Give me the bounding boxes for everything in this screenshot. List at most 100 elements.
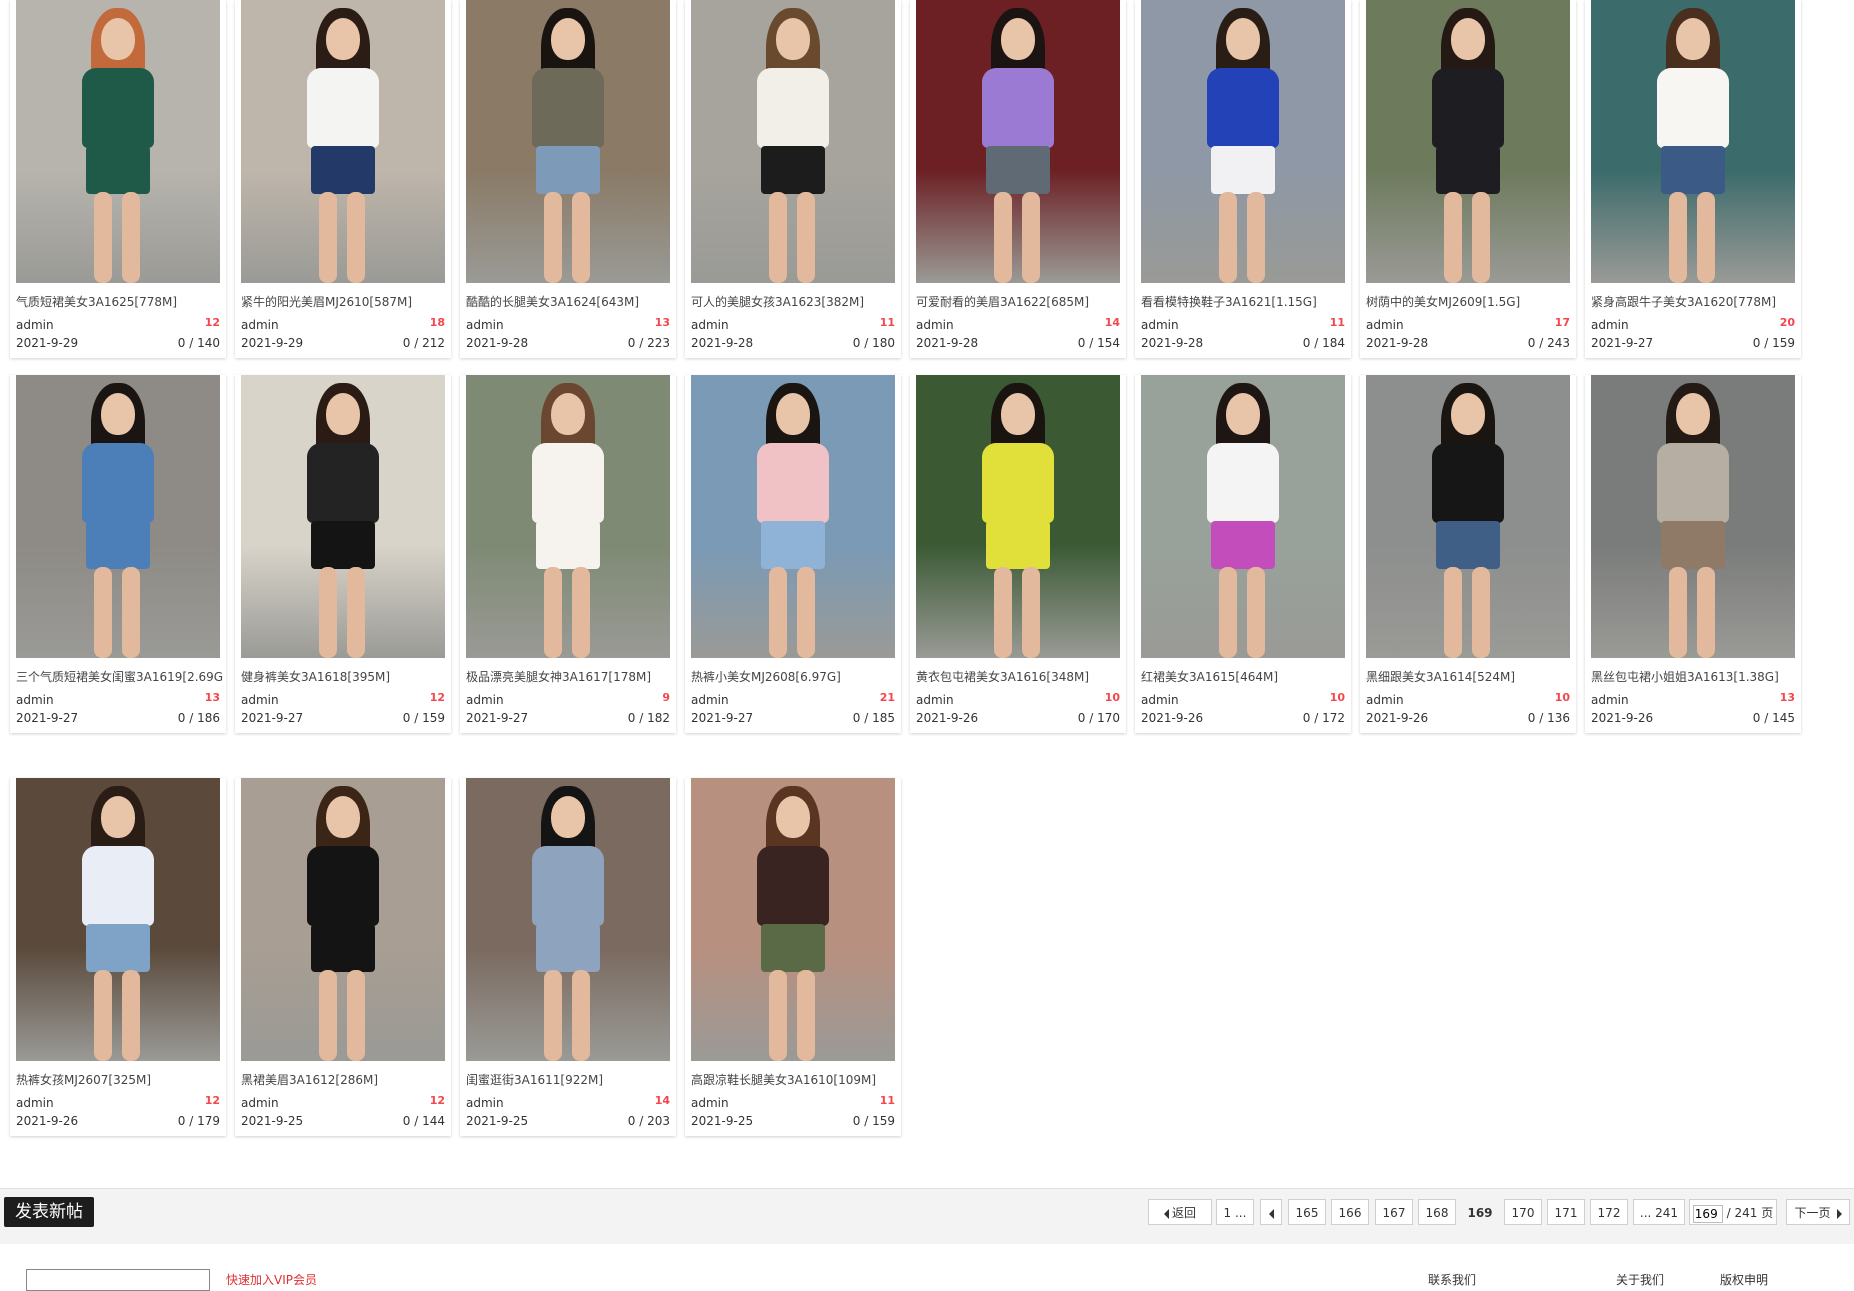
- thread-thumbnail[interactable]: [466, 375, 670, 658]
- thread-title[interactable]: 酷酷的长腿美女3A1624[643M]: [466, 293, 674, 310]
- thread-author[interactable]: admin: [691, 1096, 729, 1110]
- page-166[interactable]: 166: [1331, 1199, 1369, 1225]
- thread-author[interactable]: admin: [241, 1096, 279, 1110]
- thread-thumbnail[interactable]: [691, 0, 895, 283]
- thread-card[interactable]: 高跟凉鞋长腿美女3A1610[109M] admin 11 2021-9-25 0 / …: [685, 778, 901, 1136]
- page-167[interactable]: 167: [1375, 1199, 1413, 1225]
- thread-thumbnail[interactable]: [1366, 0, 1570, 283]
- thread-author[interactable]: admin: [466, 693, 504, 707]
- thread-author[interactable]: admin: [1591, 318, 1629, 332]
- thread-thumbnail[interactable]: [1141, 0, 1345, 283]
- thread-card[interactable]: 可爱耐看的美眉3A1622[685M] admin 14 2021-9-28 0 / 1…: [910, 0, 1126, 358]
- thread-card[interactable]: 热裤小美女MJ2608[6.97G] admin 21 2021-9-27 0 / 18…: [685, 375, 901, 733]
- thread-author[interactable]: admin: [691, 693, 729, 707]
- footer-search-box[interactable]: [26, 1269, 210, 1291]
- thread-author[interactable]: admin: [466, 318, 504, 332]
- thread-author[interactable]: admin: [1591, 693, 1629, 707]
- thread-author[interactable]: admin: [1366, 693, 1404, 707]
- thread-thumbnail[interactable]: [466, 778, 670, 1061]
- thread-title[interactable]: 气质短裙美女3A1625[778M]: [16, 293, 224, 310]
- thread-title[interactable]: 树荫中的美女MJ2609[1.5G]: [1366, 293, 1574, 310]
- thread-title[interactable]: 看看模特换鞋子3A1621[1.15G]: [1141, 293, 1349, 310]
- thread-title[interactable]: 极品漂亮美腿女神3A1617[178M]: [466, 668, 674, 685]
- thread-thumbnail[interactable]: [1366, 375, 1570, 658]
- thread-card[interactable]: 紧身高跟牛子美女3A1620[778M] admin 20 2021-9-27 0 / …: [1585, 0, 1801, 358]
- thread-card[interactable]: 健身裤美女3A1618[395M] admin 12 2021-9-27 0 / 159: [235, 375, 451, 733]
- thread-card[interactable]: 三个气质短裙美女闺蜜3A1619[2.69G] admin 13 2021-9-27 0…: [10, 375, 226, 733]
- thread-title[interactable]: 黑细跟美女3A1614[524M]: [1366, 668, 1574, 685]
- page-171[interactable]: 171: [1547, 1199, 1585, 1225]
- thread-card[interactable]: 红裙美女3A1615[464M] admin 10 2021-9-26 0 / 172: [1135, 375, 1351, 733]
- thread-title[interactable]: 高跟凉鞋长腿美女3A1610[109M]: [691, 1071, 899, 1088]
- thread-card[interactable]: 看看模特换鞋子3A1621[1.15G] admin 11 2021-9-28 0 / …: [1135, 0, 1351, 358]
- thread-thumbnail[interactable]: [1591, 375, 1795, 658]
- thread-thumbnail[interactable]: [16, 375, 220, 658]
- thread-thumbnail[interactable]: [466, 0, 670, 283]
- thread-title[interactable]: 健身裤美女3A1618[395M]: [241, 668, 449, 685]
- thread-thumbnail[interactable]: [1591, 0, 1795, 283]
- thread-author[interactable]: admin: [1141, 693, 1179, 707]
- thread-author[interactable]: admin: [691, 318, 729, 332]
- page-172[interactable]: 172: [1590, 1199, 1628, 1225]
- thread-title[interactable]: 黑裙美眉3A1612[286M]: [241, 1071, 449, 1088]
- thread-thumbnail[interactable]: [916, 375, 1120, 658]
- page-jump-input[interactable]: [1692, 1204, 1723, 1223]
- thread-thumbnail[interactable]: [16, 0, 220, 283]
- thread-author[interactable]: admin: [16, 693, 54, 707]
- footer-link-copyright[interactable]: 版权申明: [1720, 1271, 1768, 1288]
- thread-card[interactable]: 树荫中的美女MJ2609[1.5G] admin 17 2021-9-28 0 / 24…: [1360, 0, 1576, 358]
- next-page-button[interactable]: 下一页: [1786, 1199, 1850, 1225]
- thread-thumbnail[interactable]: [691, 375, 895, 658]
- thread-likes-badge: 14: [1104, 316, 1120, 329]
- thread-card[interactable]: 黑丝包屯裙小姐姐3A1613[1.38G] admin 13 2021-9-26 0 /…: [1585, 375, 1801, 733]
- thread-author[interactable]: admin: [16, 318, 54, 332]
- thread-author[interactable]: admin: [1141, 318, 1179, 332]
- thread-title[interactable]: 黑丝包屯裙小姐姐3A1613[1.38G]: [1591, 668, 1799, 685]
- footer-link-about[interactable]: 关于我们: [1616, 1271, 1664, 1288]
- thread-title[interactable]: 可人的美腿女孩3A1623[382M]: [691, 293, 899, 310]
- footer-link-contact[interactable]: 联系我们: [1428, 1271, 1476, 1288]
- thread-title[interactable]: 热裤小美女MJ2608[6.97G]: [691, 668, 899, 685]
- page-first[interactable]: 1 ...: [1216, 1199, 1254, 1225]
- thread-thumbnail[interactable]: [16, 778, 220, 1061]
- thread-card[interactable]: 极品漂亮美腿女神3A1617[178M] admin 9 2021-9-27 0 / 1…: [460, 375, 676, 733]
- page-168[interactable]: 168: [1418, 1199, 1456, 1225]
- thread-card[interactable]: 闺蜜逛街3A1611[922M] admin 14 2021-9-25 0 / 203: [460, 778, 676, 1136]
- page-170[interactable]: 170: [1504, 1199, 1542, 1225]
- thread-title[interactable]: 闺蜜逛街3A1611[922M]: [466, 1071, 674, 1088]
- thread-thumbnail[interactable]: [241, 375, 445, 658]
- thread-author[interactable]: admin: [916, 318, 954, 332]
- footer-vip-link[interactable]: 快速加入VIP会员: [226, 1271, 317, 1288]
- thread-title[interactable]: 紧牛的阳光美眉MJ2610[587M]: [241, 293, 449, 310]
- thread-author[interactable]: admin: [241, 693, 279, 707]
- page-last[interactable]: ... 241: [1633, 1199, 1685, 1225]
- thread-title[interactable]: 三个气质短裙美女闺蜜3A1619[2.69G]: [16, 668, 224, 685]
- thread-card[interactable]: 可人的美腿女孩3A1623[382M] admin 11 2021-9-28 0 / 1…: [685, 0, 901, 358]
- thread-card[interactable]: 黄衣包屯裙美女3A1616[348M] admin 10 2021-9-26 0 / 1…: [910, 375, 1126, 733]
- thread-thumbnail[interactable]: [916, 0, 1120, 283]
- back-button[interactable]: 返回: [1148, 1199, 1212, 1225]
- thread-card[interactable]: 气质短裙美女3A1625[778M] admin 12 2021-9-29 0 / 14…: [10, 0, 226, 358]
- page-165[interactable]: 165: [1288, 1199, 1326, 1225]
- thread-title[interactable]: 热裤女孩MJ2607[325M]: [16, 1071, 224, 1088]
- thread-thumbnail[interactable]: [241, 778, 445, 1061]
- thread-card[interactable]: 热裤女孩MJ2607[325M] admin 12 2021-9-26 0 / 179: [10, 778, 226, 1136]
- thread-title[interactable]: 黄衣包屯裙美女3A1616[348M]: [916, 668, 1124, 685]
- thread-title[interactable]: 紧身高跟牛子美女3A1620[778M]: [1591, 293, 1799, 310]
- thread-author[interactable]: admin: [466, 1096, 504, 1110]
- thread-card[interactable]: 酷酷的长腿美女3A1624[643M] admin 13 2021-9-28 0 / 2…: [460, 0, 676, 358]
- thread-author[interactable]: admin: [241, 318, 279, 332]
- thread-title[interactable]: 可爱耐看的美眉3A1622[685M]: [916, 293, 1124, 310]
- thread-author[interactable]: admin: [16, 1096, 54, 1110]
- thread-author[interactable]: admin: [1366, 318, 1404, 332]
- thread-thumbnail[interactable]: [691, 778, 895, 1061]
- thread-thumbnail[interactable]: [241, 0, 445, 283]
- thread-author[interactable]: admin: [916, 693, 954, 707]
- new-post-button[interactable]: 发表新帖: [4, 1197, 94, 1227]
- thread-card[interactable]: 黑细跟美女3A1614[524M] admin 10 2021-9-26 0 / 136: [1360, 375, 1576, 733]
- thread-card[interactable]: 紧牛的阳光美眉MJ2610[587M] admin 18 2021-9-29 0 / 2…: [235, 0, 451, 358]
- thread-title[interactable]: 红裙美女3A1615[464M]: [1141, 668, 1349, 685]
- thread-thumbnail[interactable]: [1141, 375, 1345, 658]
- thread-card[interactable]: 黑裙美眉3A1612[286M] admin 12 2021-9-25 0 / 144: [235, 778, 451, 1136]
- prev-page-button[interactable]: [1260, 1199, 1282, 1225]
